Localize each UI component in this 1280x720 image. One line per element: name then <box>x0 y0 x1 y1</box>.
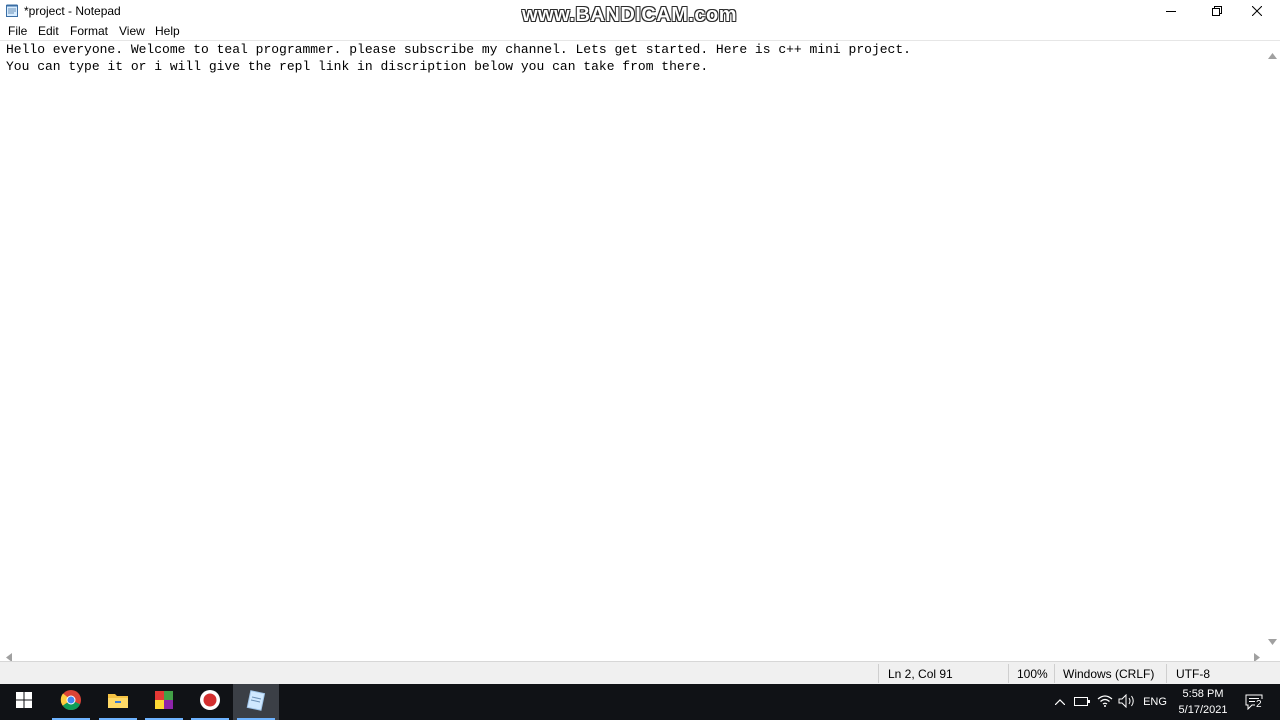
taskbar-notepad[interactable] <box>233 684 279 720</box>
taskbar-recorder[interactable] <box>187 684 233 720</box>
taskbar-clock[interactable]: 5:58 PM 5/17/2021 <box>1172 686 1234 718</box>
scroll-up-icon[interactable] <box>1268 46 1277 64</box>
window-title: *project - Notepad <box>24 4 121 18</box>
close-button[interactable] <box>1234 0 1280 22</box>
battery-icon <box>1074 696 1090 709</box>
notepad-icon <box>245 689 267 716</box>
status-divider <box>1054 664 1055 683</box>
action-center-button[interactable]: 2 <box>1240 684 1270 720</box>
minimize-button[interactable] <box>1148 0 1194 22</box>
scroll-down-icon[interactable] <box>1268 632 1277 650</box>
tray-volume[interactable] <box>1116 684 1138 720</box>
taskbar-file-explorer[interactable] <box>95 684 141 720</box>
menu-edit[interactable]: Edit <box>38 24 59 38</box>
tray-wifi[interactable] <box>1096 684 1114 720</box>
taskbar: ENG 5:58 PM 5/17/2021 2 <box>0 684 1280 720</box>
language-indicator[interactable]: ENG <box>1142 684 1168 720</box>
volume-icon <box>1118 693 1136 711</box>
encoding: UTF-8 <box>1176 667 1210 681</box>
horizontal-scrollbar[interactable] <box>0 646 1266 660</box>
menu-bar: File Edit Format View Help <box>0 22 1280 41</box>
record-icon <box>199 689 221 716</box>
notepad-icon[interactable] <box>6 4 18 17</box>
wifi-icon <box>1097 694 1113 710</box>
file-explorer-icon <box>107 691 129 714</box>
app-icon <box>153 689 175 716</box>
vertical-scrollbar[interactable] <box>1266 42 1280 646</box>
status-divider <box>878 664 879 683</box>
status-divider <box>1008 664 1009 683</box>
status-divider <box>1166 664 1167 683</box>
clock-time: 5:58 PM <box>1182 688 1224 700</box>
windows-start-icon <box>16 691 32 713</box>
clock-date: 5/17/2021 <box>1178 704 1228 716</box>
taskbar-app[interactable] <box>141 684 187 720</box>
chrome-icon <box>60 689 82 716</box>
status-bar: Ln 2, Col 91 100% Windows (CRLF) UTF-8 <box>0 661 1280 685</box>
line-ending: Windows (CRLF) <box>1063 667 1155 681</box>
show-hidden-icons[interactable] <box>1052 684 1068 720</box>
notification-icon: 2 <box>1245 693 1265 711</box>
editor-line: You can type it or i will give the repl … <box>6 59 709 74</box>
menu-file[interactable]: File <box>8 24 27 38</box>
menu-format[interactable]: Format <box>70 24 108 38</box>
start-button[interactable] <box>0 684 48 720</box>
notification-count: 2 <box>1255 699 1263 710</box>
zoom-level: 100% <box>1017 667 1048 681</box>
text-editor[interactable]: Hello everyone. Welcome to teal programm… <box>2 42 1266 646</box>
menu-help[interactable]: Help <box>155 24 180 38</box>
menu-view[interactable]: View <box>119 24 145 38</box>
taskbar-chrome[interactable] <box>48 684 94 720</box>
cursor-position: Ln 2, Col 91 <box>888 667 953 681</box>
editor-line: Hello everyone. Welcome to teal programm… <box>6 42 911 57</box>
tray-network-adapter[interactable] <box>1072 684 1092 720</box>
chevron-up-icon <box>1054 696 1066 708</box>
